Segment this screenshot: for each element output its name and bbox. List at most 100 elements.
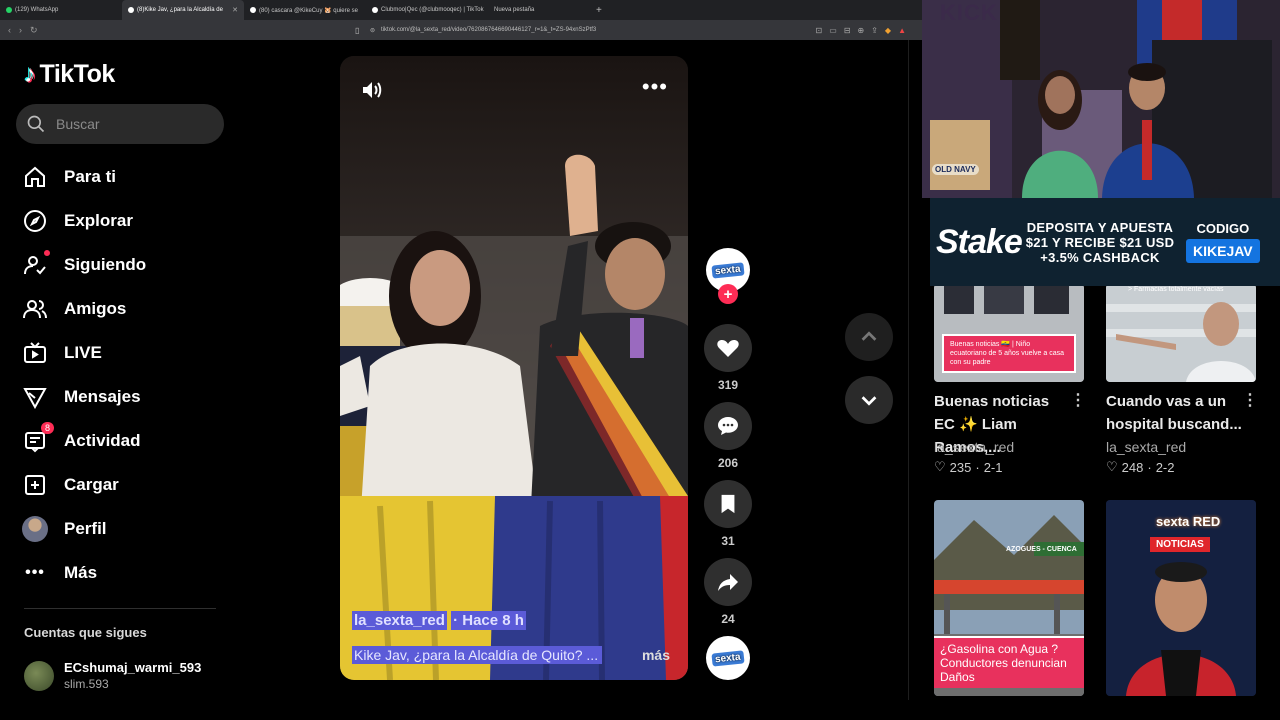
video-player[interactable]: ••• la_sexta_red · Hace 8 h Kike Jav, ¿p… — [340, 56, 688, 680]
comment-button[interactable] — [704, 402, 752, 450]
comment-icon — [718, 417, 738, 435]
url-text: tiktok.com/@la_sexta_red/video/762086764… — [381, 27, 597, 33]
sidebar-item-label: Siguiendo — [64, 255, 147, 274]
browser-tab-active[interactable]: (8)Kike Jav, ¿para la Alcaldía de ✕ — [122, 0, 244, 20]
brand-logo-text: sexta RED — [1156, 514, 1221, 529]
sidebar-item-cargar[interactable]: Cargar — [22, 472, 119, 498]
heart-outline-icon: ♡ — [934, 459, 946, 474]
related-video-thumbnail[interactable]: > Farmacias totalmente vacías — [1106, 284, 1256, 382]
browser-tab-bar: (129) WhatsApp (8)Kike Jav, ¿para la Alc… — [0, 0, 922, 20]
more-options-icon[interactable]: ••• — [642, 76, 668, 98]
share-icon[interactable]: ⇪ — [871, 26, 878, 35]
search-input[interactable]: Buscar — [16, 104, 224, 144]
sidebar-item-mensajes[interactable]: Mensajes — [22, 384, 141, 410]
browser-tab[interactable]: (129) WhatsApp — [0, 0, 122, 20]
more-icon: ••• — [25, 564, 45, 581]
account-name: ECshumaj_warmi_593 — [64, 660, 202, 675]
video-frame — [340, 56, 688, 680]
sponsor-text: DEPOSITA Y APUESTA $21 Y RECIBE $21 USD … — [1025, 219, 1175, 265]
sponsor-code: CODIGO KIKEJAV — [1186, 221, 1260, 263]
video-time: · Hace 8 h — [451, 611, 526, 630]
related-video-thumbnail[interactable]: sexta RED NOTICIAS — [1106, 500, 1256, 696]
notification-dot — [44, 250, 50, 256]
whatsapp-icon — [6, 7, 12, 13]
sidebar-item-amigos[interactable]: Amigos — [22, 296, 126, 322]
sidebar-item-live[interactable]: LIVE — [22, 340, 102, 366]
live-icon — [24, 342, 46, 363]
save-button[interactable] — [704, 480, 752, 528]
avatar — [22, 516, 48, 542]
site-info-icon[interactable]: ⊜ — [370, 27, 375, 34]
sidebar-item-label: Perfil — [64, 519, 107, 538]
browser-tab[interactable]: (80) cascara @KikeCuy 🐹 quiere se — [244, 0, 366, 20]
follow-plus-icon[interactable]: + — [718, 284, 738, 304]
tiktok-favicon-icon — [250, 7, 256, 13]
back-icon[interactable]: ‹ — [8, 25, 11, 36]
sidebar-item-label: Para ti — [64, 167, 116, 186]
previous-video-button[interactable] — [845, 313, 893, 361]
shield-icon[interactable]: ◆ — [885, 26, 891, 35]
logo-text: TikTok — [39, 60, 116, 88]
share-button[interactable] — [704, 558, 752, 606]
video-author[interactable]: la_sexta_red — [352, 611, 447, 630]
sidebar-item-label: Actividad — [64, 431, 141, 450]
activity-badge: 8 — [40, 422, 54, 434]
sidebar-item-perfil[interactable]: Perfil — [22, 516, 107, 542]
cast-icon[interactable]: ▭ — [829, 26, 837, 35]
browser-tab[interactable]: Nueva pestaña — [488, 0, 588, 20]
related-video-title[interactable]: Cuando vas a un hospital buscand... — [1106, 390, 1246, 436]
sound-disc-avatar[interactable]: sexta — [706, 636, 750, 680]
bookmark-icon[interactable]: ▯ — [355, 26, 359, 35]
new-tab-icon[interactable]: + — [588, 5, 610, 16]
related-video-author[interactable]: la_sexta_red — [1106, 439, 1186, 455]
tab-label: Nueva pestaña — [494, 7, 535, 13]
browser-tab[interactable]: Clubmoo|Qec (@clubmooqec) | TikTok — [366, 0, 488, 20]
screenshot-icon[interactable]: ⊟ — [844, 26, 851, 35]
address-bar: ‹ › ↻ ▯ ⊜ tiktok.com/@la_sexta_red/video/76… — [0, 20, 922, 40]
more-options-icon[interactable]: ⋮ — [1242, 390, 1258, 410]
volume-icon[interactable] — [360, 78, 384, 102]
avatar — [24, 660, 54, 691]
sidebar-item-label: Cargar — [64, 475, 119, 494]
more-options-icon[interactable]: ⋮ — [1070, 390, 1086, 410]
upload-icon — [25, 475, 45, 495]
reload-icon[interactable]: ↻ — [30, 25, 38, 36]
related-video-author[interactable]: la_sexta_red — [934, 439, 1014, 455]
tab-label: (129) WhatsApp — [15, 7, 59, 13]
chevron-up-icon — [861, 331, 877, 341]
sidebar-item-explorar[interactable]: Explorar — [22, 208, 133, 234]
followed-account[interactable]: ECshumaj_warmi_593 slim.593 — [24, 660, 201, 691]
sidebar-item-siguiendo[interactable]: Siguiendo — [22, 250, 147, 278]
search-icon — [27, 115, 45, 133]
sidebar-item-label: Amigos — [64, 299, 127, 318]
caption-more-link[interactable]: más — [642, 647, 670, 663]
tiktok-favicon-icon — [372, 7, 378, 13]
alert-icon[interactable]: ▲ — [898, 26, 906, 35]
sidebar-item-para-ti[interactable]: Para ti — [22, 164, 116, 190]
zoom-icon[interactable]: ⊕ — [858, 26, 865, 35]
tiktok-logo[interactable]: ♪ TikTok — [24, 60, 115, 89]
video-caption: Kike Jav, ¿para la Alcaldía de Quito? ..… — [352, 646, 602, 664]
related-video-thumbnail[interactable]: Buenas noticias 🇪🇨 | Niño ecuatoriano de… — [934, 284, 1084, 382]
extension-icon[interactable]: ⊡ — [816, 26, 823, 35]
related-video-thumbnail[interactable]: AZOGUES - CUENCA ¿Gasolina con Agua ? Co… — [934, 500, 1084, 696]
sidebar-item-label: Más — [64, 563, 98, 582]
next-video-button[interactable] — [845, 376, 893, 424]
tab-label: Clubmoo|Qec (@clubmooqec) | TikTok — [381, 7, 484, 13]
like-button[interactable] — [704, 324, 752, 372]
video-author-line: la_sexta_red · Hace 8 h — [352, 611, 526, 630]
tab-label: (8)Kike Jav, ¿para la Alcaldía de — [137, 7, 223, 13]
thumbnail-overlay-text: > Farmacias totalmente vacías — [1128, 286, 1224, 293]
compass-icon — [24, 210, 46, 232]
tab-label: (80) cascara @KikeCuy 🐹 quiere se — [259, 7, 358, 14]
streamer-webcam-overlay: KICK OLD NAVY — [922, 0, 1280, 198]
forward-icon[interactable]: › — [19, 25, 22, 36]
news-label: NOTICIAS — [1150, 537, 1210, 552]
close-tab-icon[interactable]: ✕ — [232, 6, 238, 14]
sidebar-item-label: Mensajes — [64, 387, 141, 406]
sidebar-item-mas[interactable]: ••• Más — [22, 560, 97, 586]
sidebar-item-actividad[interactable]: 8 Actividad — [22, 422, 141, 454]
share-arrow-icon — [718, 574, 738, 591]
road-sign-text: AZOGUES - CUENCA — [1006, 546, 1077, 553]
sidebar-item-label: Explorar — [64, 211, 133, 230]
